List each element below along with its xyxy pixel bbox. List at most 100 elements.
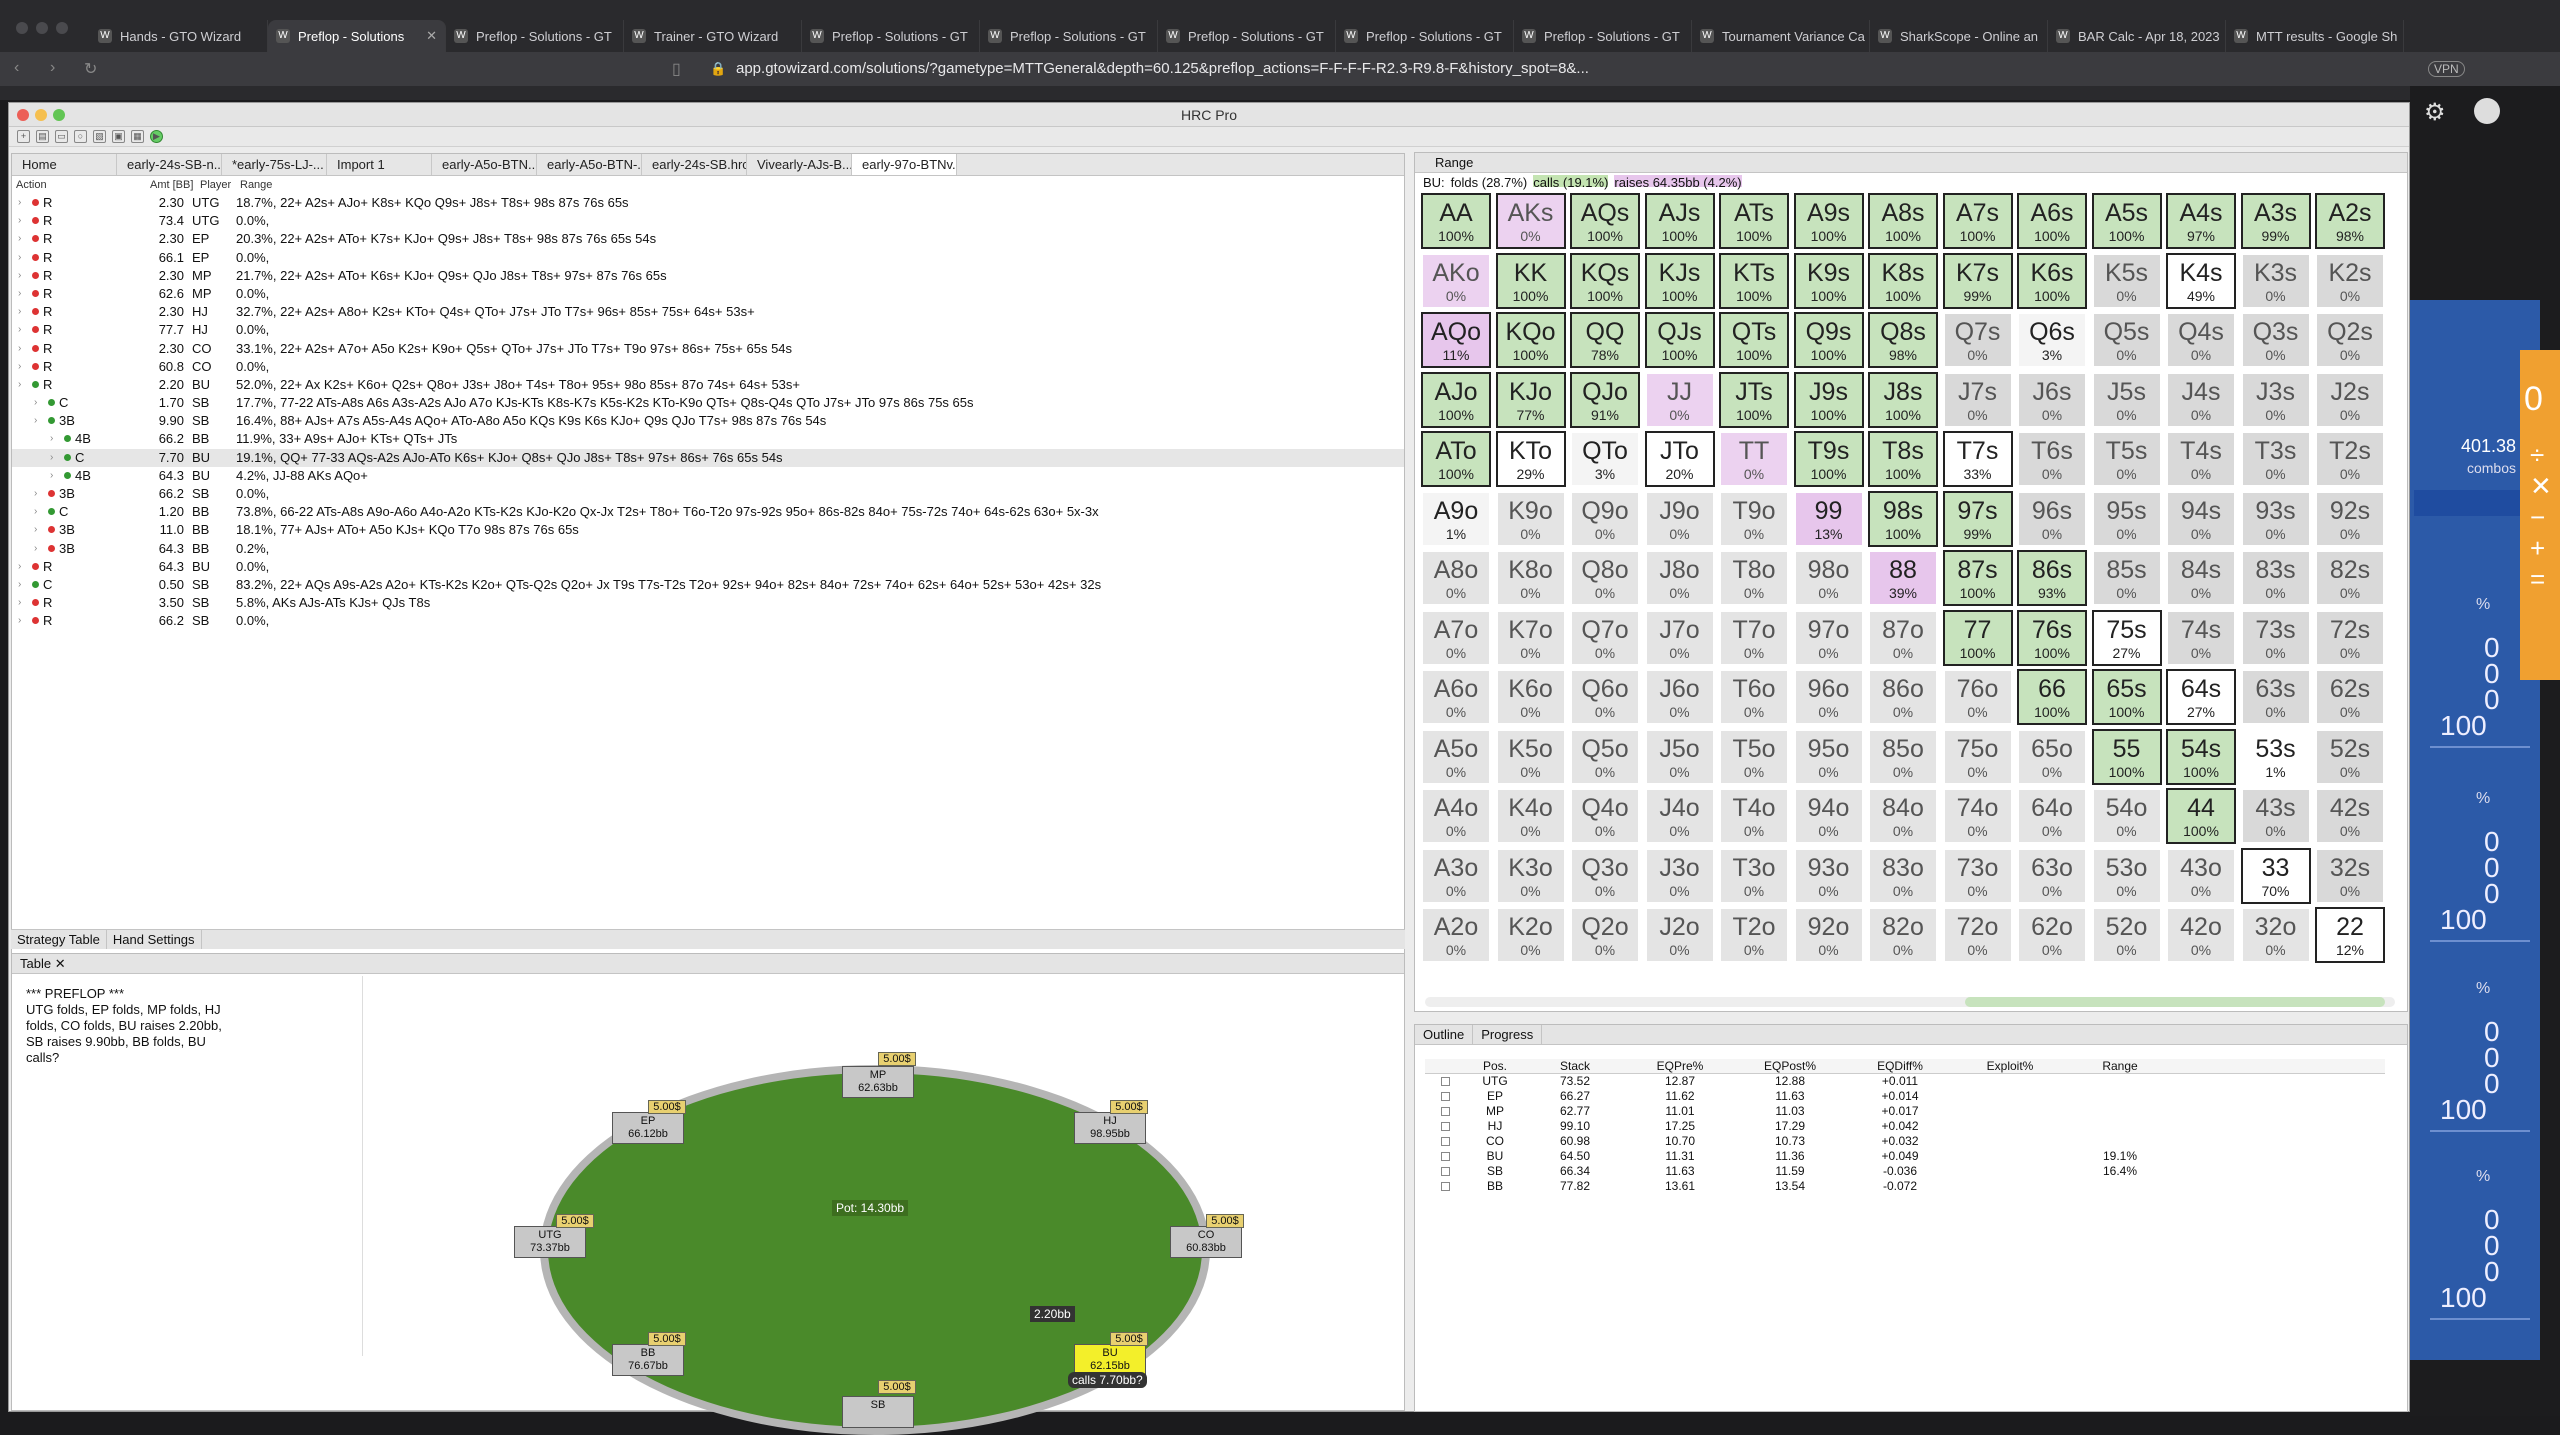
range-cell[interactable]: T2s 0%	[2315, 431, 2385, 487]
range-cell[interactable]: 74o 0%	[1942, 788, 2013, 844]
outline-row[interactable]: MP 62.77 11.01 11.03 +0.017	[1425, 1104, 2385, 1119]
range-cell[interactable]: A6s 100%	[2017, 193, 2087, 249]
range-cell[interactable]: Q5s 0%	[2091, 312, 2162, 368]
range-cell[interactable]: 83o 0%	[1868, 847, 1938, 904]
range-cell[interactable]: 44 100%	[2166, 788, 2236, 844]
range-cell[interactable]: 83s 0%	[2240, 550, 2311, 606]
range-cell[interactable]: JTo 20%	[1644, 431, 1715, 487]
range-cell[interactable]: A3s 99%	[2240, 193, 2311, 249]
range-cell[interactable]: AQs 100%	[1570, 193, 1640, 249]
range-cell[interactable]: 84o 0%	[1868, 788, 1938, 844]
range-cell[interactable]: T7s 33%	[1942, 431, 2013, 487]
strategy-row[interactable]: › R 60.8 CO 0.0%,	[12, 358, 1404, 376]
range-cell[interactable]: T4o 0%	[1719, 788, 1789, 844]
range-cell[interactable]: TT 0%	[1719, 431, 1789, 487]
seat-utg[interactable]: UTG 73.37bb	[514, 1226, 586, 1258]
browser-tab[interactable]: W Preflop - Solutions - GT	[446, 20, 624, 52]
range-cell[interactable]: 62o 0%	[2017, 907, 2087, 963]
outline-checkbox[interactable]	[1425, 1149, 1465, 1164]
range-cell[interactable]: 75s 27%	[2091, 609, 2162, 666]
range-cell[interactable]: KQo 100%	[1495, 312, 1566, 368]
range-cell[interactable]: QJs 100%	[1644, 312, 1715, 368]
outline-row[interactable]: HJ 99.10 17.25 17.29 +0.042	[1425, 1119, 2385, 1134]
expand-icon[interactable]: ›	[18, 612, 32, 630]
editor-tab[interactable]: early-A5o-BTN-...	[537, 154, 642, 175]
range-cell[interactable]: Q5o 0%	[1570, 728, 1640, 785]
range-cell[interactable]: KTo 29%	[1495, 431, 1566, 487]
expand-icon[interactable]: ›	[18, 340, 32, 358]
close-button[interactable]	[17, 109, 29, 121]
range-cell[interactable]: AKo 0%	[1421, 252, 1491, 309]
range-cell[interactable]: 85s 0%	[2091, 550, 2162, 606]
tab-progress[interactable]: Progress	[1473, 1025, 1543, 1044]
range-cell[interactable]: 97o 0%	[1793, 609, 1864, 666]
outline-row[interactable]: BB 77.82 13.61 13.54 -0.072	[1425, 1179, 2385, 1194]
range-cell[interactable]: 94o 0%	[1793, 788, 1864, 844]
range-cell[interactable]: A5o 0%	[1421, 728, 1491, 785]
range-cell[interactable]: KK 100%	[1495, 252, 1566, 309]
browser-tab[interactable]: W Preflop - Solutions ✕	[268, 20, 446, 52]
range-cell[interactable]: A5s 100%	[2091, 193, 2162, 249]
range-cell[interactable]: 65s 100%	[2091, 669, 2162, 725]
browser-tab[interactable]: W MTT results - Google Sh	[2226, 20, 2404, 52]
range-cell[interactable]: J7s 0%	[1942, 371, 2013, 428]
range-cell[interactable]: 73o 0%	[1942, 847, 2013, 904]
outline-checkbox[interactable]	[1425, 1164, 1465, 1179]
expand-icon[interactable]: ›	[50, 467, 64, 485]
range-cell[interactable]: J2s 0%	[2315, 371, 2385, 428]
range-cell[interactable]: 65o 0%	[2017, 728, 2087, 785]
range-cell[interactable]: 93o 0%	[1793, 847, 1864, 904]
export-icon[interactable]: ▦	[131, 130, 144, 143]
outline-checkbox[interactable]	[1425, 1089, 1465, 1104]
minimize-button[interactable]	[35, 109, 47, 121]
strategy-row[interactable]: › R 66.1 EP 0.0%,	[12, 249, 1404, 267]
range-cell[interactable]: 94s 0%	[2166, 490, 2236, 547]
range-cell[interactable]: AJs 100%	[1644, 193, 1715, 249]
range-cell[interactable]: J7o 0%	[1644, 609, 1715, 666]
range-cell[interactable]: J3s 0%	[2240, 371, 2311, 428]
range-cell[interactable]: T9s 100%	[1793, 431, 1864, 487]
range-cell[interactable]: K7o 0%	[1495, 609, 1566, 666]
range-cell[interactable]: T5s 0%	[2091, 431, 2162, 487]
range-cell[interactable]: K5s 0%	[2091, 252, 2162, 309]
range-cell[interactable]: 74s 0%	[2166, 609, 2236, 666]
range-cell[interactable]: K2o 0%	[1495, 907, 1566, 963]
range-cell[interactable]: 86o 0%	[1868, 669, 1938, 725]
range-cell[interactable]: 85o 0%	[1868, 728, 1938, 785]
tab-table[interactable]: Table ✕	[12, 954, 1404, 974]
range-cell[interactable]: 32s 0%	[2315, 847, 2385, 904]
range-cell[interactable]: T7o 0%	[1719, 609, 1789, 666]
range-cell[interactable]: J9o 0%	[1644, 490, 1715, 547]
range-cell[interactable]: 66 100%	[2017, 669, 2087, 725]
range-cell[interactable]: K3o 0%	[1495, 847, 1566, 904]
url-field[interactable]: app.gtowizard.com/solutions/?gametype=MT…	[736, 57, 1676, 81]
browser-tab[interactable]: W Trainer - GTO Wizard	[624, 20, 802, 52]
close-icon[interactable]: ✕	[426, 28, 437, 44]
range-cell[interactable]: J8o 0%	[1644, 550, 1715, 606]
range-cell[interactable]: J2o 0%	[1644, 907, 1715, 963]
expand-icon[interactable]: ›	[18, 358, 32, 376]
bookmark-icon[interactable]: ▯	[672, 59, 681, 79]
range-cell[interactable]: J9s 100%	[1793, 371, 1864, 428]
range-cell[interactable]: K5o 0%	[1495, 728, 1566, 785]
expand-icon[interactable]: ›	[34, 521, 48, 539]
range-cell[interactable]: 88 39%	[1868, 550, 1938, 606]
range-cell[interactable]: J6s 0%	[2017, 371, 2087, 428]
range-cell[interactable]: K6s 100%	[2017, 252, 2087, 309]
range-cell[interactable]: 54s 100%	[2166, 728, 2236, 785]
tab-hand-settings[interactable]: Hand Settings	[107, 930, 202, 949]
range-cell[interactable]: QQ 78%	[1570, 312, 1640, 368]
range-cell[interactable]: A8s 100%	[1868, 193, 1938, 249]
range-cell[interactable]: Q2s 0%	[2315, 312, 2385, 368]
strategy-row[interactable]: › 3B 9.90 SB 16.4%, 88+ AJs+ A7s A5s-A4s AQo…	[12, 412, 1404, 430]
range-cell[interactable]: 97s 99%	[1942, 490, 2013, 547]
range-cell[interactable]: 43s 0%	[2240, 788, 2311, 844]
minimize-window-dot[interactable]	[36, 22, 48, 34]
range-cell[interactable]: Q9o 0%	[1570, 490, 1640, 547]
editor-tab[interactable]: Import 1	[327, 154, 432, 175]
expand-icon[interactable]: ›	[18, 230, 32, 248]
range-cell[interactable]: QTo 3%	[1570, 431, 1640, 487]
strategy-row[interactable]: › 3B 66.2 SB 0.0%,	[12, 485, 1404, 503]
range-cell[interactable]: 82s 0%	[2315, 550, 2385, 606]
range-cell[interactable]: 86s 93%	[2017, 550, 2087, 606]
